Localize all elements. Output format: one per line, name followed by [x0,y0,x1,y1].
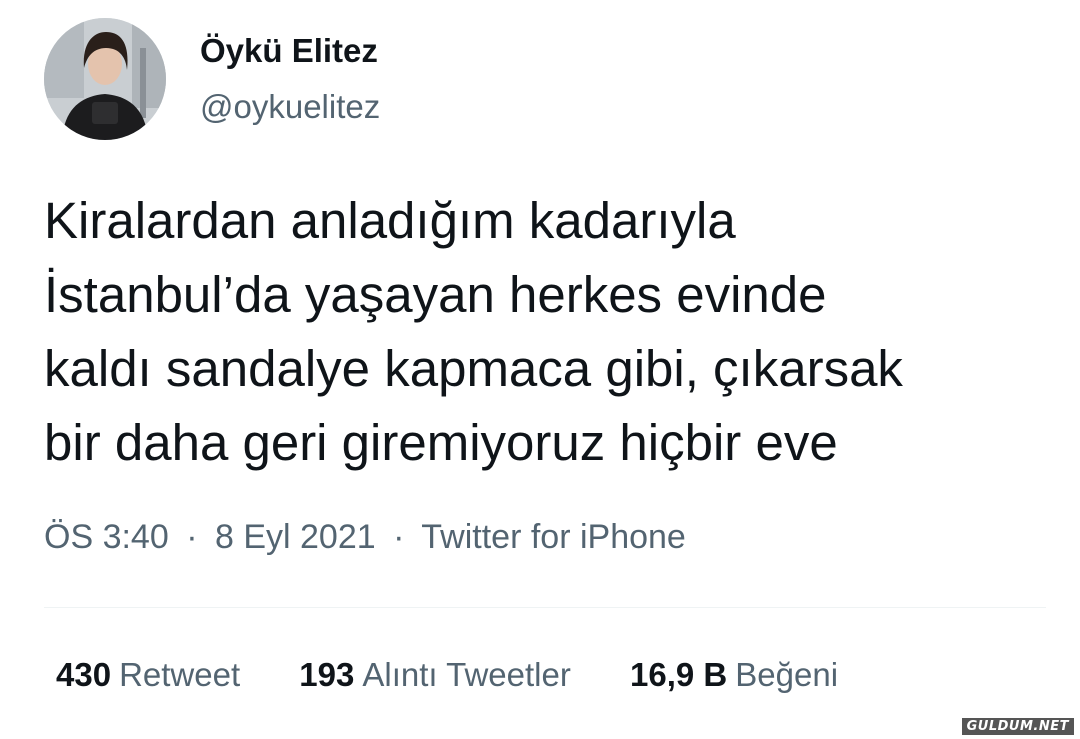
author-handle[interactable]: @oykuelitez [200,88,380,126]
engagement-stats: 430 Retweet 193 Alıntı Tweetler 16,9 B Beğe… [56,656,838,694]
tweet-source[interactable]: Twitter for iPhone [421,518,686,556]
tweet-text-line: bir daha geri giremiyoruz hiçbir eve [44,414,838,471]
retweet-count: 430 [56,656,112,693]
retweet-stat[interactable]: 430 Retweet [56,656,240,694]
retweet-label: Retweet [119,656,241,693]
tweet-text-line: kaldı sandalye kapmaca gibi, çıkarsak [44,340,903,397]
like-label: Beğeni [735,656,839,693]
avatar-photo [44,18,166,140]
divider [44,607,1046,608]
tweet-date[interactable]: 8 Eyl 2021 [215,518,376,556]
quote-label: Alıntı Tweetler [362,656,571,693]
meta-separator: · [393,518,405,556]
like-stat[interactable]: 16,9 B Beğeni [630,656,838,694]
avatar[interactable] [44,18,166,140]
tweet-card: Öykü Elitez @oykuelitez Kiralardan anlad… [0,0,1080,739]
meta-separator: · [186,518,198,556]
author-name[interactable]: Öykü Elitez [200,32,378,70]
tweet-text-line: Kiralardan anladığım kadarıyla [44,192,736,249]
tweet-text: Kiralardan anladığım kadarıyla İstanbul’… [44,184,1054,480]
like-count: 16,9 B [630,656,728,693]
quote-count: 193 [299,656,355,693]
quote-stat[interactable]: 193 Alıntı Tweetler [299,656,571,694]
watermark-logo: GULDUM.NET [961,718,1074,735]
tweet-text-line: İstanbul’da yaşayan herkes evinde [44,266,827,323]
tweet-metadata: ÖS 3:40 · 8 Eyl 2021 · Twitter for iPhon… [44,518,686,557]
tweet-time[interactable]: ÖS 3:40 [44,518,169,556]
